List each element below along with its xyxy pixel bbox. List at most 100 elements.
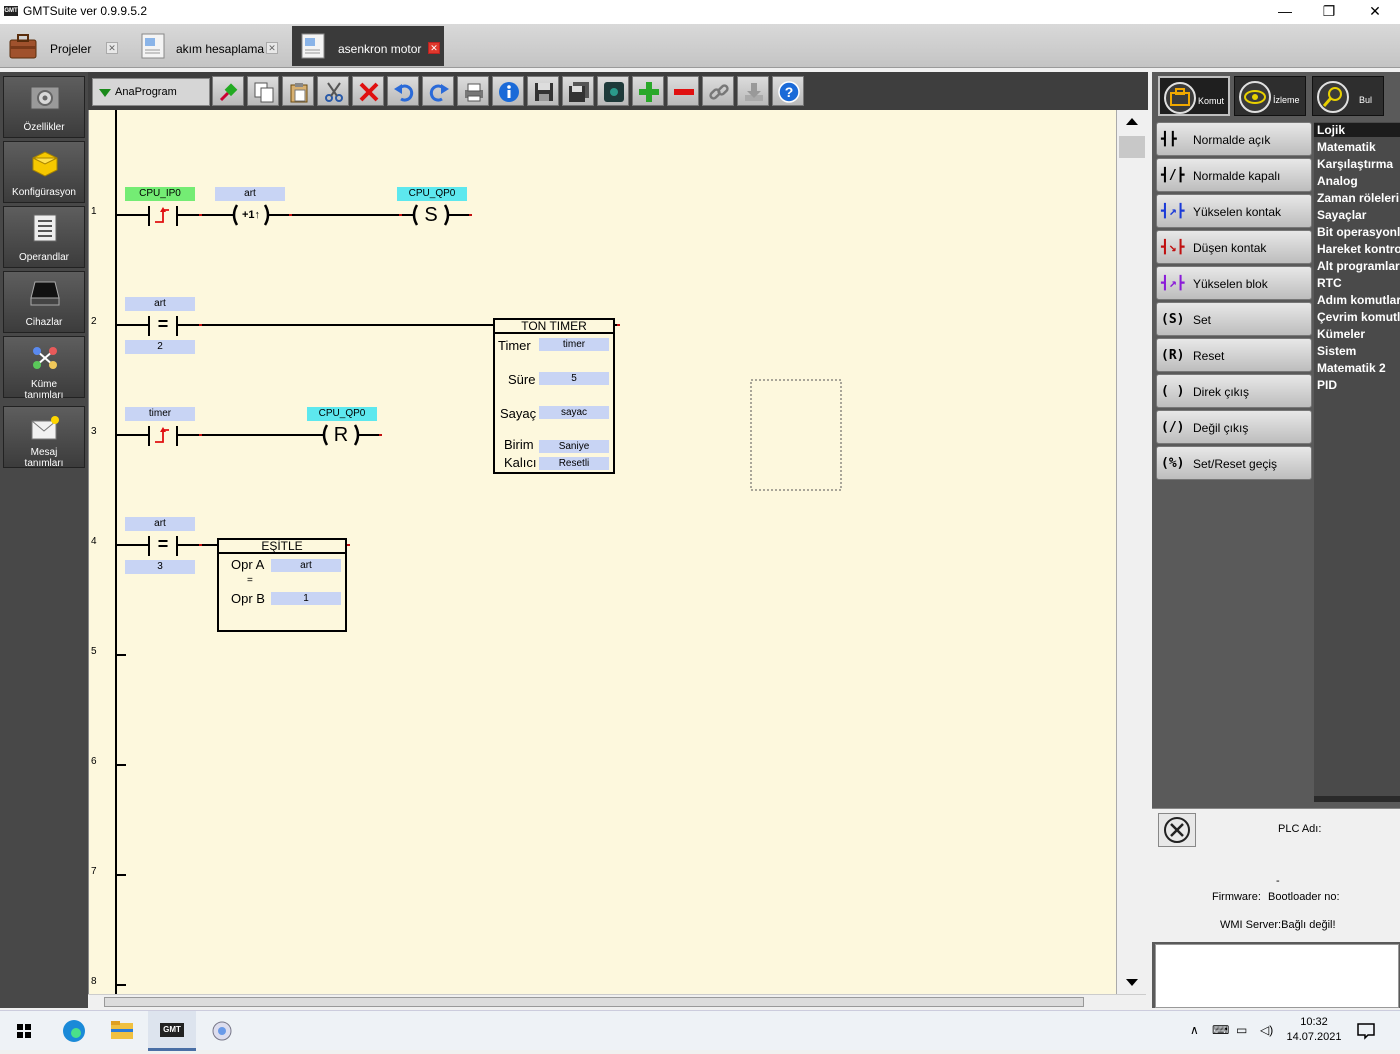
contact-tag[interactable]: CPU_IP0 [125, 187, 195, 201]
category-item[interactable]: Lojik [1314, 123, 1400, 137]
program-select[interactable]: AnaProgram [92, 78, 210, 106]
tab-akim-hesaplama[interactable]: akım hesaplama ✕ [132, 26, 286, 66]
monitor-button[interactable] [597, 76, 629, 106]
compare-equal-contact[interactable]: = [151, 533, 175, 555]
category-scrollbar[interactable] [1314, 796, 1400, 802]
taskbar-clock[interactable]: 10:32 14.07.2021 [1286, 1015, 1342, 1045]
delete-button[interactable] [352, 76, 384, 106]
birim-value[interactable]: Saniye [539, 440, 609, 453]
minimize-button[interactable]: — [1262, 0, 1308, 24]
disconnect-button[interactable] [1158, 813, 1196, 847]
nav-ozellikler[interactable]: Özellikler [3, 76, 85, 138]
horizontal-scrollbar[interactable] [88, 994, 1146, 1008]
taskbar-edge[interactable] [50, 1011, 98, 1051]
tab-projeler[interactable]: Projeler ✕ [2, 26, 126, 66]
connect-button[interactable] [212, 76, 244, 106]
paste-button[interactable] [282, 76, 314, 106]
timer-value[interactable]: timer [539, 338, 609, 351]
reset-coil[interactable]: R [329, 424, 353, 446]
category-item[interactable]: Zaman röleleri [1317, 191, 1399, 205]
taskbar-gmtsuite[interactable]: GMT [148, 1011, 196, 1051]
save-button[interactable] [527, 76, 559, 106]
esitle-block[interactable]: EŞİTLE Opr A art = Opr B 1 [217, 538, 347, 632]
category-list[interactable]: Lojik Matematik Karşılaştırma Analog Zam… [1314, 122, 1400, 802]
link-button[interactable] [702, 76, 734, 106]
category-item[interactable]: RTC [1317, 276, 1342, 290]
increment-coil[interactable]: +1↑ [237, 206, 265, 224]
category-item[interactable]: Çevrim komutları [1317, 310, 1400, 324]
scroll-thumb[interactable] [1119, 136, 1145, 158]
category-item[interactable]: Adım komutları [1317, 293, 1400, 307]
scroll-thumb[interactable] [104, 997, 1084, 1007]
tab-close-icon[interactable]: ✕ [106, 42, 118, 54]
category-item[interactable]: Kümeler [1317, 327, 1365, 341]
category-item[interactable]: Sistem [1317, 344, 1356, 358]
download-button[interactable] [737, 76, 769, 106]
save-all-button[interactable] [562, 76, 594, 106]
maximize-button[interactable]: ❐ [1306, 0, 1352, 24]
volume-icon[interactable]: ◁) [1260, 1023, 1273, 1037]
vertical-scrollbar[interactable] [1116, 110, 1146, 994]
category-item[interactable]: Bit operasyonları [1317, 225, 1400, 239]
close-button[interactable]: ✕ [1352, 0, 1398, 24]
nav-mesaj-tanimlari[interactable]: Mesaj tanımları [3, 406, 85, 469]
opr-b-value[interactable]: 1 [271, 592, 341, 605]
redo-button[interactable] [422, 76, 454, 106]
scroll-up-icon[interactable] [1122, 112, 1142, 132]
tab-izleme[interactable]: İzleme [1234, 76, 1306, 116]
tab-close-icon[interactable]: ✕ [428, 42, 440, 54]
start-button[interactable] [0, 1011, 48, 1051]
nav-operandlar[interactable]: Operandlar [3, 206, 85, 268]
cut-button[interactable] [317, 76, 349, 106]
cmd-set[interactable]: (S) Set [1156, 302, 1312, 336]
cmd-direk-cikis[interactable]: ( ) Direk çıkış [1156, 374, 1312, 408]
kalici-value[interactable]: Resetli [539, 457, 609, 470]
category-item[interactable]: Analog [1317, 174, 1358, 188]
category-item[interactable]: Sayaçlar [1317, 208, 1366, 222]
compare-value[interactable]: 2 [125, 340, 195, 354]
sure-value[interactable]: 5 [539, 372, 609, 385]
print-button[interactable] [457, 76, 489, 106]
compare-value[interactable]: 3 [125, 560, 195, 574]
notification-icon[interactable] [1356, 1021, 1376, 1041]
ton-timer-block[interactable]: TON TIMER Timer timer Süre 5 Sayaç sayac… [493, 318, 615, 474]
cmd-set-reset-gecis[interactable]: (%) Set/Reset geçiş [1156, 446, 1312, 480]
scroll-down-icon[interactable] [1122, 972, 1142, 992]
sayac-value[interactable]: sayac [539, 406, 609, 419]
cmd-yukselen-kontak[interactable]: ┫↗┣ Yükselen kontak [1156, 194, 1312, 228]
ladder-editor-canvas[interactable]: 1 2 3 4 5 6 7 8 CPU_IP0 art +1↑ CPU_QP0 … [88, 110, 1116, 994]
info-button[interactable] [492, 76, 524, 106]
category-item[interactable]: PID [1317, 378, 1337, 392]
cmd-degil-cikis[interactable]: (/) Değil çıkış [1156, 410, 1312, 444]
category-item[interactable]: Karşılaştırma [1317, 157, 1393, 171]
network-icon[interactable]: ▭ [1236, 1023, 1247, 1037]
category-item[interactable]: Alt programlar [1317, 259, 1400, 273]
add-rung-button[interactable] [632, 76, 664, 106]
compare-tag[interactable]: art [125, 517, 195, 531]
tab-asenkron-motor[interactable]: asenkron motor ✕ [292, 26, 444, 66]
taskbar-explorer[interactable] [98, 1011, 146, 1051]
cmd-yukselen-blok[interactable]: ┫↗┣ Yükselen blok [1156, 266, 1312, 300]
remove-rung-button[interactable] [667, 76, 699, 106]
category-item[interactable]: Hareket kontrol [1317, 242, 1400, 256]
cmd-normalde-kapali[interactable]: ┫/┣ Normalde kapalı [1156, 158, 1312, 192]
cmd-reset[interactable]: (R) Reset [1156, 338, 1312, 372]
language-icon[interactable]: ⌨ [1212, 1023, 1229, 1037]
set-coil[interactable]: S [419, 204, 443, 226]
undo-button[interactable] [387, 76, 419, 106]
coil-tag[interactable]: CPU_QP0 [307, 407, 377, 421]
contact-tag[interactable]: timer [125, 407, 195, 421]
tab-close-icon[interactable]: ✕ [266, 42, 278, 54]
coil-tag[interactable]: CPU_QP0 [397, 187, 467, 201]
increment-tag[interactable]: art [215, 187, 285, 201]
cmd-dusen-kontak[interactable]: ┫↘┣ Düşen kontak [1156, 230, 1312, 264]
nav-cihazlar[interactable]: Cihazlar [3, 271, 85, 333]
category-item[interactable]: Matematik [1317, 140, 1376, 154]
nav-kume-tanimlari[interactable]: Küme tanımları [3, 336, 85, 401]
help-button[interactable]: ? [772, 76, 804, 106]
compare-tag[interactable]: art [125, 297, 195, 311]
opr-a-value[interactable]: art [271, 559, 341, 572]
compare-equal-contact[interactable]: = [151, 313, 175, 335]
tab-komut[interactable]: Komut [1158, 76, 1230, 116]
taskbar-app[interactable] [198, 1011, 246, 1051]
